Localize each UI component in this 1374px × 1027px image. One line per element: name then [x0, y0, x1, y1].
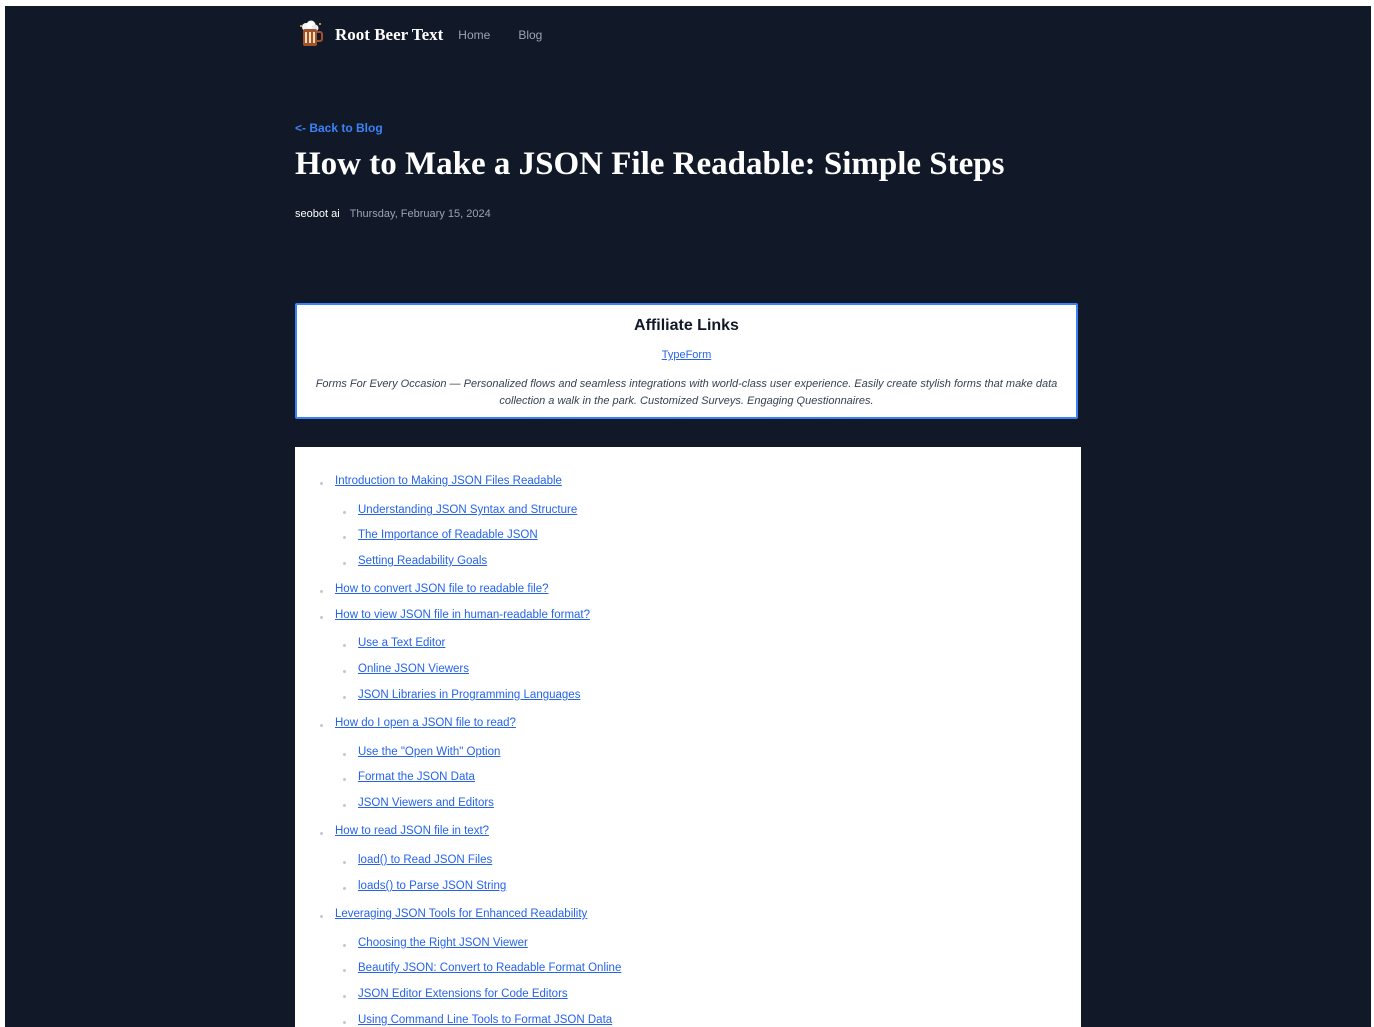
toc-link[interactable]: Online JSON Viewers — [358, 663, 469, 675]
toc-item: loads() to Parse JSON String — [343, 880, 506, 892]
toc-item: Choosing the Right JSON Viewer — [343, 937, 528, 949]
bullet-icon — [343, 778, 346, 781]
toc-link[interactable]: Understanding JSON Syntax and Structure — [358, 504, 577, 516]
affiliate-description: Forms For Every Occasion — Personalized … — [315, 378, 1058, 407]
affiliate-title: Affiliate Links — [634, 317, 739, 334]
toc-item: Online JSON Viewers — [343, 663, 469, 675]
post-title: How to Make a JSON File Readable: Simple… — [295, 146, 1005, 182]
toc-link[interactable]: How do I open a JSON file to read? — [335, 717, 516, 729]
bullet-icon — [320, 915, 323, 918]
toc-item: Introduction to Making JSON Files Readab… — [320, 475, 562, 487]
toc-item: JSON Libraries in Programming Languages — [343, 689, 580, 701]
root-beer-mug-icon[interactable] — [295, 20, 325, 50]
toc-item: Use a Text Editor — [343, 637, 445, 649]
toc-item: How to read JSON file in text? — [320, 825, 489, 837]
toc-item: load() to Read JSON Files — [343, 854, 492, 866]
toc-link[interactable]: Using Command Line Tools to Format JSON … — [358, 1014, 612, 1026]
bullet-icon — [320, 616, 323, 619]
toc-link[interactable]: Introduction to Making JSON Files Readab… — [335, 475, 562, 487]
post-date: Thursday, February 15, 2024 — [349, 208, 491, 220]
toc-item: Understanding JSON Syntax and Structure — [343, 504, 577, 516]
toc-link[interactable]: How to convert JSON file to readable fil… — [335, 583, 549, 595]
top-navigation: Root Beer Text Home Blog — [295, 20, 542, 50]
toc-item: How to view JSON file in human-readable … — [320, 609, 590, 621]
bullet-icon — [343, 536, 346, 539]
toc-item: Setting Readability Goals — [343, 555, 487, 567]
toc-item: How do I open a JSON file to read? — [320, 717, 516, 729]
toc-link[interactable]: Choosing the Right JSON Viewer — [358, 937, 528, 949]
toc-link[interactable]: loads() to Parse JSON String — [358, 880, 506, 892]
toc-link[interactable]: Setting Readability Goals — [358, 555, 487, 567]
toc-link[interactable]: JSON Editor Extensions for Code Editors — [358, 988, 568, 1000]
bullet-icon — [343, 861, 346, 864]
bullet-icon — [320, 832, 323, 835]
toc-link[interactable]: JSON Viewers and Editors — [358, 797, 494, 809]
site-brand[interactable]: Root Beer Text — [335, 25, 443, 45]
toc-item: The Importance of Readable JSON — [343, 529, 538, 541]
post-meta: seobot ai Thursday, February 15, 2024 — [295, 208, 491, 220]
toc-item: Beautify JSON: Convert to Readable Forma… — [343, 962, 621, 974]
toc-link[interactable]: How to read JSON file in text? — [335, 825, 489, 837]
bullet-icon — [343, 670, 346, 673]
nav-blog-link[interactable]: Blog — [518, 28, 542, 42]
bullet-icon — [343, 562, 346, 565]
page-background: Root Beer Text Home Blog <- Back to Blog… — [5, 6, 1371, 1027]
bullet-icon — [343, 995, 346, 998]
bullet-icon — [343, 696, 346, 699]
toc-link[interactable]: JSON Libraries in Programming Languages — [358, 689, 580, 701]
toc-link[interactable]: Use the "Open With" Option — [358, 746, 500, 758]
bullet-icon — [343, 944, 346, 947]
nav-home-link[interactable]: Home — [458, 28, 490, 42]
toc-link[interactable]: Leveraging JSON Tools for Enhanced Reada… — [335, 908, 587, 920]
toc-item: How to convert JSON file to readable fil… — [320, 583, 549, 595]
back-to-blog-link[interactable]: <- Back to Blog — [295, 121, 383, 135]
bullet-icon — [343, 753, 346, 756]
bullet-icon — [343, 1021, 346, 1024]
bullet-icon — [343, 804, 346, 807]
toc-link[interactable]: load() to Read JSON Files — [358, 854, 492, 866]
bullet-icon — [320, 590, 323, 593]
bullet-icon — [320, 482, 323, 485]
affiliate-links-box: Affiliate Links TypeForm Forms For Every… — [295, 303, 1078, 419]
toc-item: JSON Editor Extensions for Code Editors — [343, 988, 568, 1000]
toc-item: Leveraging JSON Tools for Enhanced Reada… — [320, 908, 587, 920]
toc-link[interactable]: Use a Text Editor — [358, 637, 445, 649]
toc-item: Use the "Open With" Option — [343, 746, 500, 758]
toc-link[interactable]: The Importance of Readable JSON — [358, 529, 538, 541]
post-author: seobot ai — [295, 208, 340, 220]
toc-item: JSON Viewers and Editors — [343, 797, 494, 809]
bullet-icon — [343, 887, 346, 890]
toc-item: Using Command Line Tools to Format JSON … — [343, 1014, 612, 1026]
bullet-icon — [343, 644, 346, 647]
bullet-icon — [343, 511, 346, 514]
toc-link[interactable]: Format the JSON Data — [358, 771, 475, 783]
affiliate-typeform-link[interactable]: TypeForm — [662, 349, 712, 361]
toc-link[interactable]: Beautify JSON: Convert to Readable Forma… — [358, 962, 621, 974]
table-of-contents: Introduction to Making JSON Files Readab… — [295, 447, 1081, 1027]
bullet-icon — [320, 724, 323, 727]
toc-link[interactable]: How to view JSON file in human-readable … — [335, 609, 590, 621]
toc-item: Format the JSON Data — [343, 771, 475, 783]
bullet-icon — [343, 969, 346, 972]
